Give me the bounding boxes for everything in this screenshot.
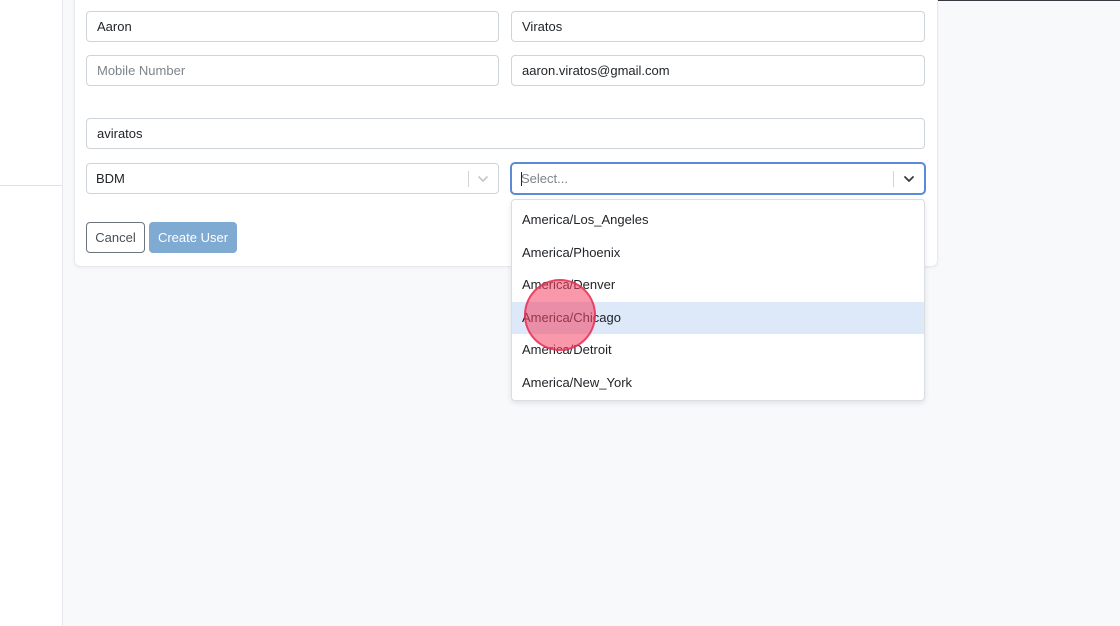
sidebar-divider xyxy=(0,185,62,186)
option-america-los-angeles[interactable]: America/Los_Angeles xyxy=(512,204,924,237)
option-america-detroit[interactable]: America/Detroit xyxy=(512,334,924,367)
chevron-down-icon[interactable] xyxy=(901,171,917,187)
username-field[interactable]: aviratos xyxy=(86,118,925,149)
option-america-phoenix[interactable]: America/Phoenix xyxy=(512,237,924,270)
timezone-select-placeholder: Select... xyxy=(521,171,568,186)
sidebar xyxy=(0,0,63,626)
timezone-dropdown-menu: America/Los_Angeles America/Phoenix Amer… xyxy=(511,199,925,401)
timezone-select-separator xyxy=(893,171,894,187)
role-select[interactable]: BDM xyxy=(86,163,499,194)
first-name-field[interactable]: Aaron xyxy=(86,11,499,42)
option-america-chicago[interactable]: America/Chicago xyxy=(512,301,924,334)
email-field[interactable]: aaron.viratos@gmail.com xyxy=(511,55,925,86)
timezone-select[interactable]: Select... xyxy=(511,163,925,194)
chevron-down-icon[interactable] xyxy=(475,171,491,187)
option-america-new-york[interactable]: America/New_York xyxy=(512,367,924,400)
topbar-border xyxy=(936,0,1120,1)
cancel-button[interactable]: Cancel xyxy=(86,222,145,253)
role-select-value: BDM xyxy=(96,171,125,186)
mobile-number-field[interactable]: Mobile Number xyxy=(86,55,499,86)
role-select-separator xyxy=(468,171,469,187)
last-name-field[interactable]: Viratos xyxy=(511,11,925,42)
option-america-denver[interactable]: America/Denver xyxy=(512,269,924,302)
create-user-button[interactable]: Create User xyxy=(149,222,237,253)
